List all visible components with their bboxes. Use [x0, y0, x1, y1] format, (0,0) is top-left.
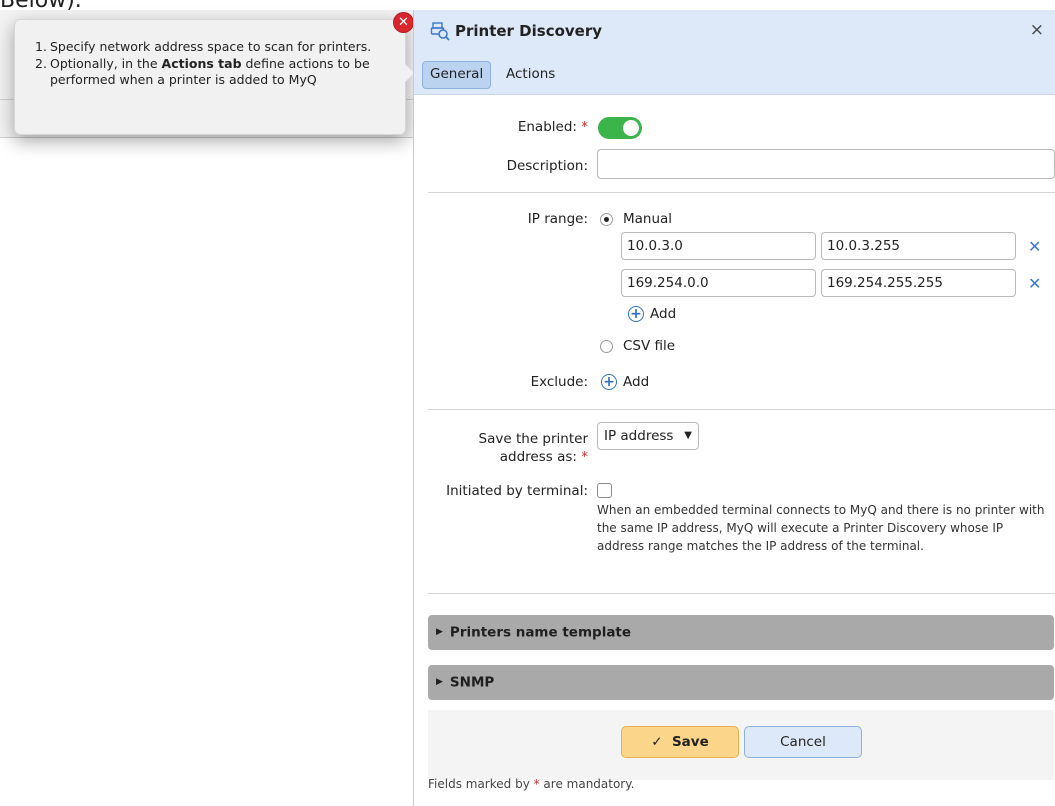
cancel-button[interactable]: Cancel [744, 726, 862, 758]
required-mark: * [581, 449, 588, 465]
mandatory-note-pre: Fields marked by [428, 777, 534, 791]
enabled-toggle[interactable] [598, 117, 642, 139]
tooltip-step-2: 2. Optionally, in the Actions tab define… [35, 56, 387, 89]
enabled-label: Enabled: * [454, 119, 588, 135]
range-1-to-input[interactable]: 10.0.3.255 [821, 232, 1016, 260]
section-title: SNMP [449, 674, 495, 691]
dialog-title: Printer Discovery [455, 22, 603, 40]
terminal-checkbox[interactable] [597, 483, 612, 498]
csv-radio-label: CSV file [623, 338, 676, 354]
add-exclude-button[interactable]: + Add [601, 372, 649, 392]
mandatory-note-post: are mandatory. [539, 777, 635, 791]
manual-radio[interactable] [600, 213, 613, 226]
terminal-label: Initiated by terminal: [446, 483, 588, 499]
tooltip-step-2-bold: Actions tab [161, 55, 242, 71]
printer-discovery-dialog: Printer Discovery × General Actions Enab… [413, 10, 1055, 806]
divider [428, 192, 1055, 193]
add-range-label: Add [650, 306, 677, 322]
mandatory-note: Fields marked by * are mandatory. [428, 777, 634, 791]
terminal-help-text: When an embedded terminal connects to My… [597, 503, 1045, 553]
exclude-label: Exclude: [530, 374, 588, 390]
tooltip-step-2-pre: Optionally, in the [50, 55, 162, 71]
tooltip-step-1-number: 1. [35, 39, 47, 54]
save-as-label-line2: address as: * [434, 448, 588, 466]
tooltip-step-2-number: 2. [35, 55, 47, 71]
footer-area [428, 710, 1054, 780]
chevron-down-icon: ▼ [684, 430, 692, 441]
csv-radio[interactable] [600, 340, 613, 353]
section-title: Printers name template [449, 624, 632, 641]
save-as-label-line1: Save the printer [478, 431, 588, 447]
caret-right-icon: ▶ [436, 627, 443, 637]
ip-range-label: IP range: [527, 211, 588, 227]
range-1-from-input[interactable]: 10.0.3.0 [621, 232, 816, 260]
divider [428, 409, 1055, 410]
tooltip-steps: 1. Specify network address space to scan… [35, 39, 387, 89]
add-icon: + [628, 306, 644, 322]
caret-right-icon: ▶ [436, 677, 443, 687]
required-mark: * [581, 119, 588, 135]
tab-general[interactable]: General [422, 61, 492, 89]
tab-actions[interactable]: Actions [499, 61, 562, 87]
close-icon[interactable]: × [1030, 20, 1044, 40]
description-label: Description: [506, 158, 588, 174]
enabled-label-text: Enabled: [517, 119, 577, 135]
add-range-button[interactable]: + Add [628, 304, 676, 324]
description-input[interactable] [597, 149, 1055, 179]
tooltip-step-1: 1. Specify network address space to scan… [35, 39, 387, 56]
save-button[interactable]: ✓ Save [621, 726, 739, 758]
divider [428, 593, 1055, 594]
save-as-select-value: IP address [604, 428, 674, 444]
range-2-to-input[interactable]: 169.254.255.255 [821, 269, 1016, 297]
check-icon: ✓ [651, 734, 663, 750]
range-2-from-input[interactable]: 169.254.0.0 [621, 269, 816, 297]
save-as-select[interactable]: IP address ▼ [597, 422, 699, 450]
help-tooltip: 1. Specify network address space to scan… [14, 19, 406, 135]
section-snmp[interactable]: ▶ SNMP [428, 665, 1054, 700]
save-as-label: Save the printer address as: * [434, 430, 588, 466]
tab-bar: General Actions [414, 55, 1055, 95]
add-icon: + [601, 374, 617, 390]
add-exclude-label: Add [623, 374, 650, 390]
save-as-label-line2-text: address as: [499, 449, 577, 465]
remove-range-2-icon[interactable]: ✕ [1028, 274, 1041, 293]
save-button-label: Save [671, 734, 709, 750]
toggle-knob [623, 120, 639, 136]
dialog-titlebar: Printer Discovery × [414, 10, 1055, 55]
remove-range-1-icon[interactable]: ✕ [1028, 237, 1041, 256]
manual-radio-label: Manual [623, 211, 673, 227]
section-printers-name-template[interactable]: ▶ Printers name template [428, 615, 1054, 650]
tooltip-step-1-text: Specify network address space to scan fo… [50, 39, 372, 54]
tooltip-close-icon[interactable]: ✕ [394, 13, 413, 32]
printer-discovery-icon [430, 22, 450, 41]
